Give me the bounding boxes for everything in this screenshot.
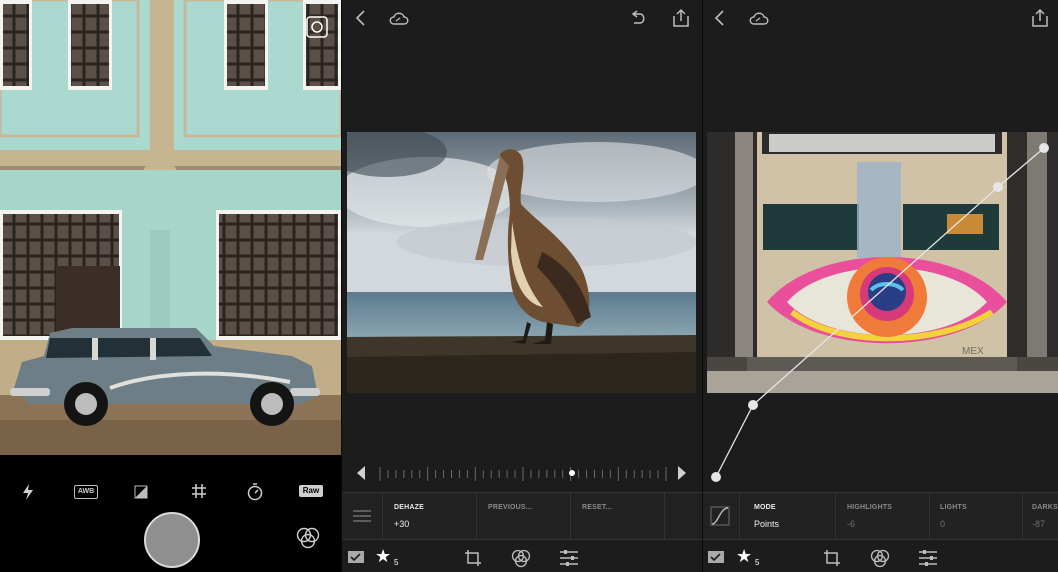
dehaze-value: +30 <box>394 519 410 529</box>
camera-panel: AWB Raw <box>0 0 341 572</box>
crop-icon[interactable] <box>823 549 841 567</box>
shutter-button[interactable] <box>144 512 200 568</box>
star-rating-icon[interactable]: ★ <box>375 547 391 565</box>
flag-pick-icon[interactable] <box>707 550 725 564</box>
camera-viewfinder-photo <box>0 0 341 455</box>
curve-icon[interactable] <box>710 506 730 526</box>
adjustments-sliders-icon[interactable] <box>559 549 579 567</box>
filters-icon[interactable] <box>295 526 321 550</box>
flag-pick-icon[interactable] <box>347 550 365 564</box>
tone-curve-panel: MEX MODE Points HIGHLIGHTS -6 LIGHTS 0 D… <box>703 0 1058 572</box>
star-rating-icon[interactable]: ★ <box>736 547 752 565</box>
darks-value: -87 <box>1032 519 1046 529</box>
highlights-label[interactable]: HIGHLIGHTS <box>847 504 892 511</box>
bottom-toolbar: ★ 5 <box>342 540 702 572</box>
star-rating-count: 5 <box>755 558 760 567</box>
slider-left-arrow-icon[interactable] <box>356 465 366 481</box>
pelican-photo <box>347 132 696 393</box>
back-chevron-icon[interactable] <box>713 9 727 27</box>
dehaze-slider[interactable] <box>342 455 702 491</box>
cloud-sync-icon[interactable] <box>748 10 770 26</box>
dehaze-label[interactable]: DEHAZE <box>394 504 424 511</box>
presets-icon[interactable] <box>510 548 532 568</box>
curve-bar: MODE Points HIGHLIGHTS -6 LIGHTS 0 DARKS… <box>703 492 1058 540</box>
presets-icon[interactable] <box>869 548 891 568</box>
editor-panel: DEHAZE +30 PREVIOUS... RESET... ★ 5 <box>342 0 702 572</box>
darks-label[interactable]: DARKS <box>1032 504 1058 511</box>
curve-point-highlight[interactable] <box>993 182 1003 192</box>
back-chevron-icon[interactable] <box>354 9 368 27</box>
curve-point-white[interactable] <box>1039 143 1049 153</box>
slider-right-arrow-icon[interactable] <box>677 465 687 481</box>
crop-icon[interactable] <box>464 549 482 567</box>
flash-icon[interactable] <box>21 483 35 501</box>
app-screenshot-collage: AWB Raw DEHAZE +30 PREVIOUS... RESET... … <box>0 0 1058 572</box>
timer-icon[interactable] <box>246 483 264 501</box>
mode-label[interactable]: MODE <box>754 504 776 511</box>
lights-label[interactable]: LIGHTS <box>940 504 967 511</box>
previous-button[interactable]: PREVIOUS... <box>488 504 532 511</box>
cloud-sync-icon[interactable] <box>388 10 410 26</box>
adjust-list-icon[interactable] <box>352 509 372 523</box>
raw-badge[interactable]: Raw <box>299 485 323 497</box>
slider-thumb[interactable] <box>568 470 575 476</box>
share-icon[interactable] <box>672 8 690 28</box>
tone-curve-overlay[interactable] <box>703 130 1058 490</box>
grid-icon[interactable] <box>191 483 207 499</box>
awb-badge[interactable]: AWB <box>74 485 98 499</box>
highlights-value: -6 <box>847 519 856 529</box>
slider-ticks <box>379 467 667 481</box>
adjustments-sliders-icon[interactable] <box>918 549 938 567</box>
curve-point-shadow[interactable] <box>748 400 758 410</box>
adjust-bar: DEHAZE +30 PREVIOUS... RESET... <box>342 492 702 540</box>
reset-button[interactable]: RESET... <box>582 504 612 511</box>
mode-value: Points <box>754 519 780 529</box>
star-rating-count: 5 <box>394 558 399 567</box>
exposure-icon[interactable] <box>134 485 148 499</box>
camera-controls: AWB Raw <box>0 455 341 572</box>
focus-target-icon[interactable] <box>306 16 328 38</box>
curve-point-black[interactable] <box>711 472 721 482</box>
share-icon[interactable] <box>1031 8 1049 28</box>
undo-icon[interactable] <box>629 9 647 27</box>
bottom-toolbar: ★ 5 <box>703 540 1058 572</box>
lights-value: 0 <box>940 519 946 529</box>
